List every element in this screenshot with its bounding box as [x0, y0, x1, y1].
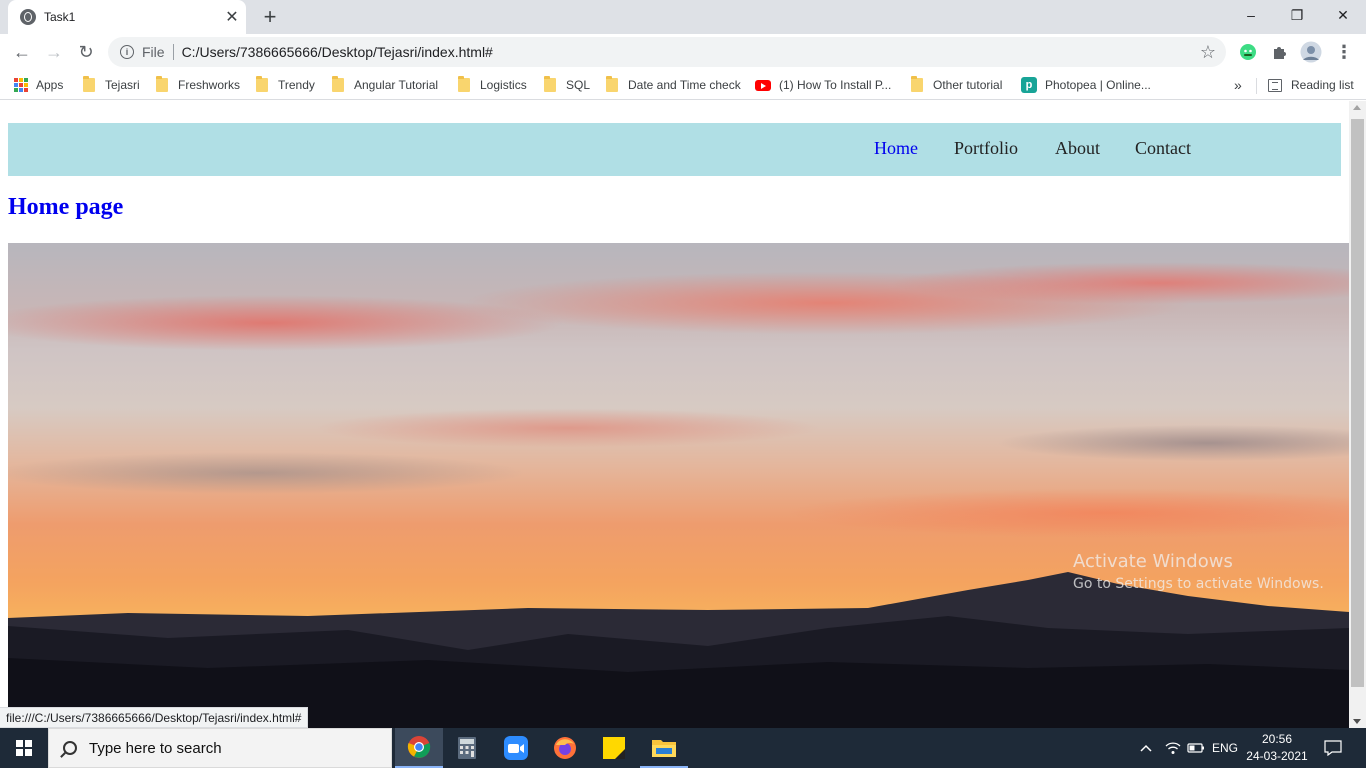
bookmark-photopea[interactable]: p Photopea | Online... [1021, 76, 1151, 94]
notifications-icon[interactable] [1324, 728, 1342, 768]
url-scheme-label: File [142, 44, 165, 60]
bookmark-label: Other tutorial [933, 78, 1003, 92]
back-button[interactable]: ← [8, 38, 36, 66]
windows-logo-icon [16, 740, 32, 756]
hero-sunset-image [8, 243, 1349, 728]
youtube-icon [755, 79, 771, 91]
watermark-title: Activate Windows [1073, 551, 1233, 572]
bookmark-label: Apps [36, 78, 64, 92]
mountain-silhouette [8, 572, 1349, 728]
bookmark-star-icon[interactable]: ☆ [1200, 42, 1216, 63]
sticky-notes-icon[interactable] [590, 728, 638, 768]
reading-list-icon [1268, 78, 1282, 92]
chrome-icon[interactable] [395, 728, 443, 768]
browser-menu-icon[interactable]: ⋮ [1331, 39, 1357, 65]
file-explorer-icon[interactable] [640, 728, 688, 768]
tray-overflow-chevron[interactable] [1140, 728, 1152, 768]
taskbar-clock[interactable]: 20:56 24-03-2021 [1242, 731, 1312, 765]
nav-link-home[interactable]: Home [874, 138, 918, 159]
photopea-icon: p [1021, 77, 1037, 93]
minimize-button[interactable]: – [1228, 0, 1274, 30]
bookmark-angular-tutorial[interactable]: Angular Tutorial [332, 76, 438, 94]
page-title: Home page [8, 194, 124, 220]
search-icon [63, 741, 77, 755]
bookmark-freshworks[interactable]: Freshworks [156, 76, 240, 94]
omnibox-separator [172, 44, 174, 60]
windows-taskbar: Type here to search ENG 20:56 24-03-2021 [0, 728, 1366, 768]
folder-icon [83, 76, 95, 92]
bookmark-trendy[interactable]: Trendy [256, 76, 315, 94]
vertical-scrollbar[interactable] [1349, 101, 1366, 728]
bookmark-logistics[interactable]: Logistics [458, 76, 527, 94]
address-bar[interactable]: i File C:/Users/7386665666/Desktop/Tejas… [108, 37, 1226, 67]
bookmarks-bar: Apps Tejasri Freshworks Trendy Angular T… [0, 70, 1366, 100]
bookmark-label: Trendy [278, 78, 315, 92]
bookmark-label: Angular Tutorial [354, 78, 439, 92]
firefox-icon[interactable] [541, 728, 589, 768]
scrollbar-thumb[interactable] [1351, 119, 1364, 687]
nav-link-contact[interactable]: Contact [1135, 138, 1191, 159]
browser-tab[interactable]: Task1 ✕ [8, 0, 246, 34]
reload-button[interactable]: ↻ [72, 38, 100, 66]
site-navbar: Home Portfolio About Contact [8, 123, 1341, 176]
scroll-up-arrow-icon[interactable] [1353, 105, 1361, 110]
activate-windows-watermark: Activate Windows Go to Settings to activ… [1073, 551, 1324, 592]
close-window-button[interactable]: ✕ [1320, 0, 1366, 30]
language-indicator[interactable]: ENG [1212, 728, 1238, 768]
reading-list-label: Reading list [1291, 78, 1354, 92]
tab-title: Task1 [44, 10, 76, 24]
folder-icon [458, 76, 470, 92]
tab-strip: Task1 ✕ + – ❐ ✕ [0, 0, 1366, 34]
extensions-puzzle-icon[interactable] [1266, 39, 1292, 65]
bookmark-label: Date and Time check [628, 78, 741, 92]
clock-date: 24-03-2021 [1246, 749, 1308, 763]
forward-button[interactable]: → [40, 38, 68, 66]
taskbar-search[interactable]: Type here to search [48, 728, 392, 768]
status-bar-url: file:///C:/Users/7386665666/Desktop/Teja… [0, 707, 309, 728]
browser-toolbar: ← → ↻ i File C:/Users/7386665666/Desktop… [0, 34, 1366, 70]
calculator-icon[interactable] [443, 728, 491, 768]
restore-button[interactable]: ❐ [1274, 0, 1320, 30]
bookmark-label: SQL [566, 78, 591, 92]
profile-avatar[interactable] [1298, 39, 1324, 65]
tab-close-icon[interactable]: ✕ [222, 7, 242, 27]
battery-icon[interactable] [1187, 728, 1205, 768]
android-extension-icon[interactable] [1235, 39, 1261, 65]
folder-icon [156, 76, 168, 92]
bookmark-tejasri[interactable]: Tejasri [83, 76, 140, 94]
scroll-down-arrow-icon[interactable] [1353, 719, 1361, 724]
folder-icon [606, 76, 618, 92]
clock-time: 20:56 [1261, 732, 1293, 746]
bookmark-label: Logistics [480, 78, 527, 92]
bookmarks-divider [1256, 78, 1257, 94]
folder-icon [332, 76, 344, 92]
folder-icon [544, 76, 556, 92]
url-text[interactable]: C:/Users/7386665666/Desktop/Tejasri/inde… [182, 44, 1200, 60]
site-info-icon[interactable]: i [120, 45, 134, 59]
watermark-subtitle: Go to Settings to activate Windows. [1073, 576, 1324, 592]
bookmark-apps[interactable]: Apps [14, 76, 63, 94]
nav-link-portfolio[interactable]: Portfolio [954, 138, 1018, 159]
bookmark-youtube-video[interactable]: (1) How To Install P... [755, 76, 891, 94]
globe-icon [20, 9, 36, 25]
bookmark-date-time-check[interactable]: Date and Time check [606, 76, 741, 94]
bookmark-label: Tejasri [105, 78, 140, 92]
bookmark-other-tutorial[interactable]: Other tutorial [911, 76, 1002, 94]
start-button[interactable] [0, 728, 48, 768]
zoom-icon[interactable] [492, 728, 540, 768]
page-viewport: Home Portfolio About Contact Home page [0, 101, 1349, 728]
nav-link-about[interactable]: About [1055, 138, 1100, 159]
folder-icon [911, 76, 923, 92]
wifi-icon[interactable] [1165, 728, 1181, 768]
folder-icon [256, 76, 268, 92]
bookmark-label: Photopea | Online... [1045, 78, 1151, 92]
apps-grid-icon [14, 78, 28, 92]
reading-list-button[interactable]: Reading list [1268, 76, 1354, 94]
new-tab-button[interactable]: + [258, 4, 282, 29]
bookmarks-overflow-button[interactable]: » [1234, 76, 1242, 94]
bookmark-label: Freshworks [178, 78, 241, 92]
bookmark-label: (1) How To Install P... [779, 78, 892, 92]
bookmark-sql[interactable]: SQL [544, 76, 590, 94]
taskbar-search-placeholder: Type here to search [89, 739, 222, 757]
